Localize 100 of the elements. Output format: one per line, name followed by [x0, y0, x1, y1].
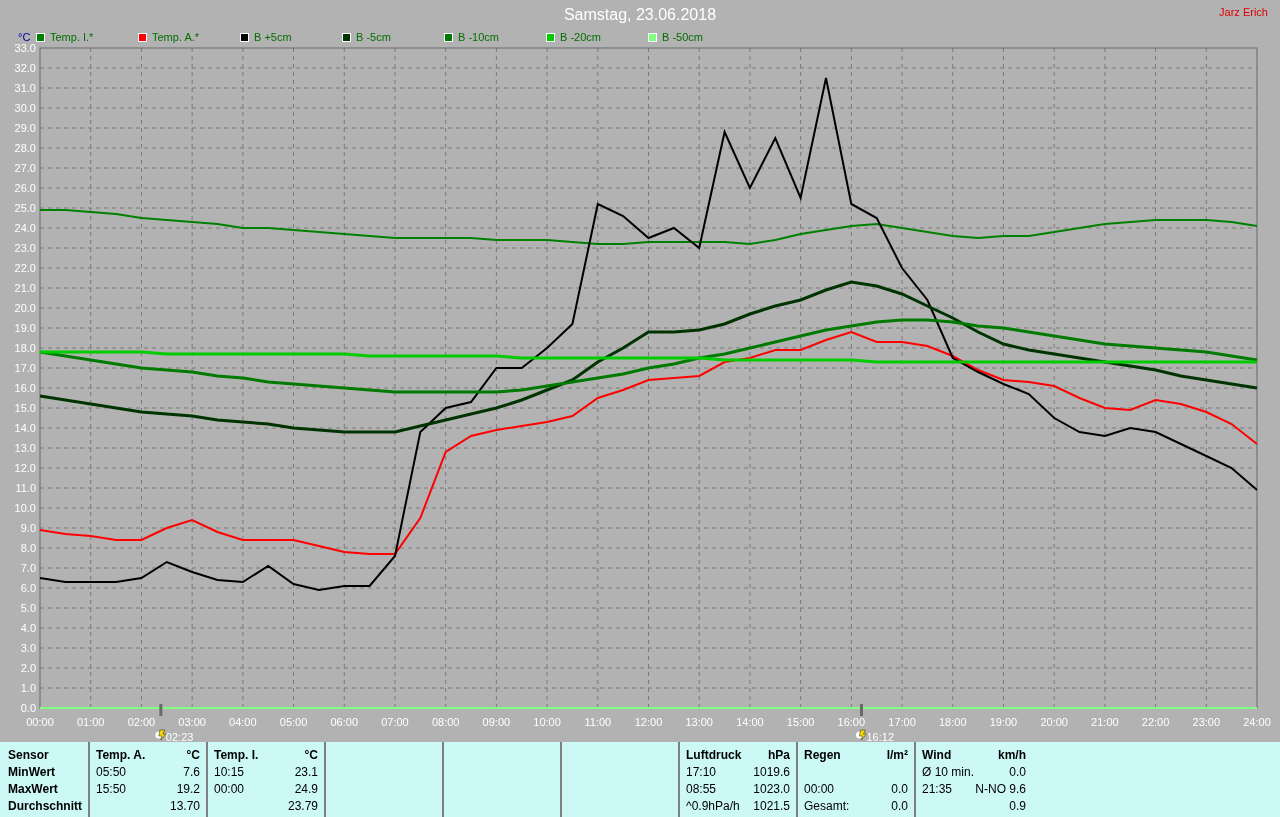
y-tick-label: 5.0	[20, 602, 36, 614]
x-tick-label: 17:00	[888, 716, 916, 728]
y-tick-label: 13.0	[14, 442, 36, 454]
y-tick-label: 27.0	[14, 162, 36, 174]
y-tick-label: 32.0	[14, 62, 36, 74]
column-header: Wind	[922, 747, 953, 763]
column-header: Luftdruck	[686, 747, 742, 763]
y-tick-label: 10.0	[14, 502, 36, 514]
y-tick-label: 8.0	[20, 542, 36, 554]
column-header: hPa	[768, 747, 790, 763]
y-tick-label: 4.0	[20, 622, 36, 634]
column-header: °C	[304, 747, 318, 763]
table-cell-text: 23.79	[287, 798, 318, 814]
y-tick-label: 29.0	[14, 122, 36, 134]
table-cell-text: 1019.6	[753, 764, 790, 780]
table-cell-text: 1023.0	[753, 781, 790, 797]
table-cell-text: 21:35	[922, 781, 954, 797]
table-cell-text: Gesamt:	[804, 798, 850, 814]
legend-label: B +5cm	[254, 29, 292, 45]
y-tick-label: 28.0	[14, 142, 36, 154]
table-cell-text: N-NO 9.6	[975, 781, 1026, 797]
table-cell-text: 08:55	[686, 781, 718, 797]
y-tick-label: 9.0	[20, 522, 36, 534]
marker-tick	[159, 704, 163, 716]
y-tick-label: 22.0	[14, 262, 36, 274]
x-tick-label: 20:00	[1040, 716, 1068, 728]
x-tick-label: 10:00	[533, 716, 561, 728]
table-cell-text: Ø 10 min.	[922, 764, 975, 780]
x-tick-label: 04:00	[229, 716, 257, 728]
table-cell-text: 1021.5	[753, 798, 790, 814]
table-cell-text: 24.9	[294, 781, 318, 797]
x-tick-label: 08:00	[431, 716, 460, 728]
column-header: Temp. A.	[96, 747, 146, 763]
row-label: Sensor	[8, 747, 50, 763]
y-tick-label: 26.0	[14, 182, 36, 194]
table-cell-text: 17:10	[686, 764, 718, 780]
y-tick-label: 19.0	[14, 322, 36, 334]
table-cell-text: 00:00	[214, 781, 246, 797]
y-tick-label: 17.0	[14, 362, 36, 374]
x-tick-label: 03:00	[178, 716, 206, 728]
x-tick-label: 19:00	[989, 716, 1018, 728]
legend-label: B -20cm	[560, 29, 601, 45]
x-tick-label: 18:00	[939, 716, 967, 728]
table-cell-text: 0.9	[1009, 798, 1026, 814]
y-tick-label: 0.0	[20, 702, 36, 714]
legend-label: Temp. A.*	[152, 29, 200, 45]
y-tick-label: 12.0	[14, 462, 36, 474]
y-tick-label: 7.0	[20, 562, 36, 574]
table-cell-text: 0.0	[1009, 764, 1026, 780]
y-tick-label: 33.0	[14, 44, 36, 54]
table-cell-text: 05:50	[96, 764, 128, 780]
x-tick-label: 06:00	[330, 716, 358, 728]
table-cell-text: ^0.9hPa/h	[686, 798, 741, 814]
x-tick-label: 01:00	[76, 716, 105, 728]
x-tick-label: 00:00	[26, 716, 54, 728]
chart-title: Samstag, 23.06.2018	[563, 5, 717, 25]
y-tick-label: 16.0	[14, 382, 36, 394]
row-label: MinWert	[8, 764, 57, 780]
y-tick-label: 21.0	[14, 282, 36, 294]
row-label: Durchschnitt	[8, 798, 83, 814]
y-tick-label: 24.0	[14, 222, 36, 234]
x-tick-label: 02:00	[127, 716, 156, 728]
marker-tick	[860, 704, 863, 716]
y-tick-label: 18.0	[14, 342, 36, 354]
y-tick-label: 30.0	[14, 102, 36, 114]
x-tick-label: 05:00	[279, 716, 308, 728]
x-tick-label: 14:00	[736, 716, 764, 728]
y-tick-label: 14.0	[14, 422, 36, 434]
table-cell-text: 0.0	[891, 798, 908, 814]
y-tick-label: 1.0	[20, 682, 36, 694]
table-cell-text: 23.1	[294, 764, 318, 780]
y-tick-label: 23.0	[14, 242, 36, 254]
y-tick-label: 20.0	[14, 302, 36, 314]
x-tick-label: 07:00	[381, 716, 409, 728]
weather-marker-icon	[856, 729, 867, 741]
y-tick-label: 25.0	[14, 202, 36, 214]
x-tick-label: 24:00	[1243, 716, 1271, 728]
table-cell-text: 7.6	[183, 764, 200, 780]
user-name: Jarz Erich	[1219, 5, 1268, 20]
y-tick-label: 31.0	[14, 82, 36, 94]
marker-time: 02:23	[165, 731, 194, 742]
legend-label: Temp. I.*	[50, 29, 94, 45]
row-label: MaxWert	[8, 781, 59, 797]
x-tick-label: 12:00	[634, 716, 663, 728]
column-header: Regen	[804, 747, 842, 763]
column-header: °C	[186, 747, 200, 763]
column-header: km/h	[998, 747, 1026, 763]
x-tick-label: 09:00	[482, 716, 511, 728]
column-header: Temp. I.	[214, 747, 259, 763]
marker-time: 16:12	[866, 731, 894, 742]
column-header: l/m²	[886, 747, 908, 763]
y-tick-label: 3.0	[20, 642, 36, 654]
legend-label: B -10cm	[458, 29, 499, 45]
x-tick-label: 22:00	[1141, 716, 1170, 728]
table-cell-text: 13.70	[169, 798, 200, 814]
x-tick-label: 15:00	[786, 716, 815, 728]
x-tick-label: 11:00	[584, 716, 612, 728]
y-tick-label: 11.0	[15, 482, 36, 494]
x-tick-label: 16:00	[837, 716, 866, 728]
y-tick-label: 15.0	[14, 402, 36, 414]
